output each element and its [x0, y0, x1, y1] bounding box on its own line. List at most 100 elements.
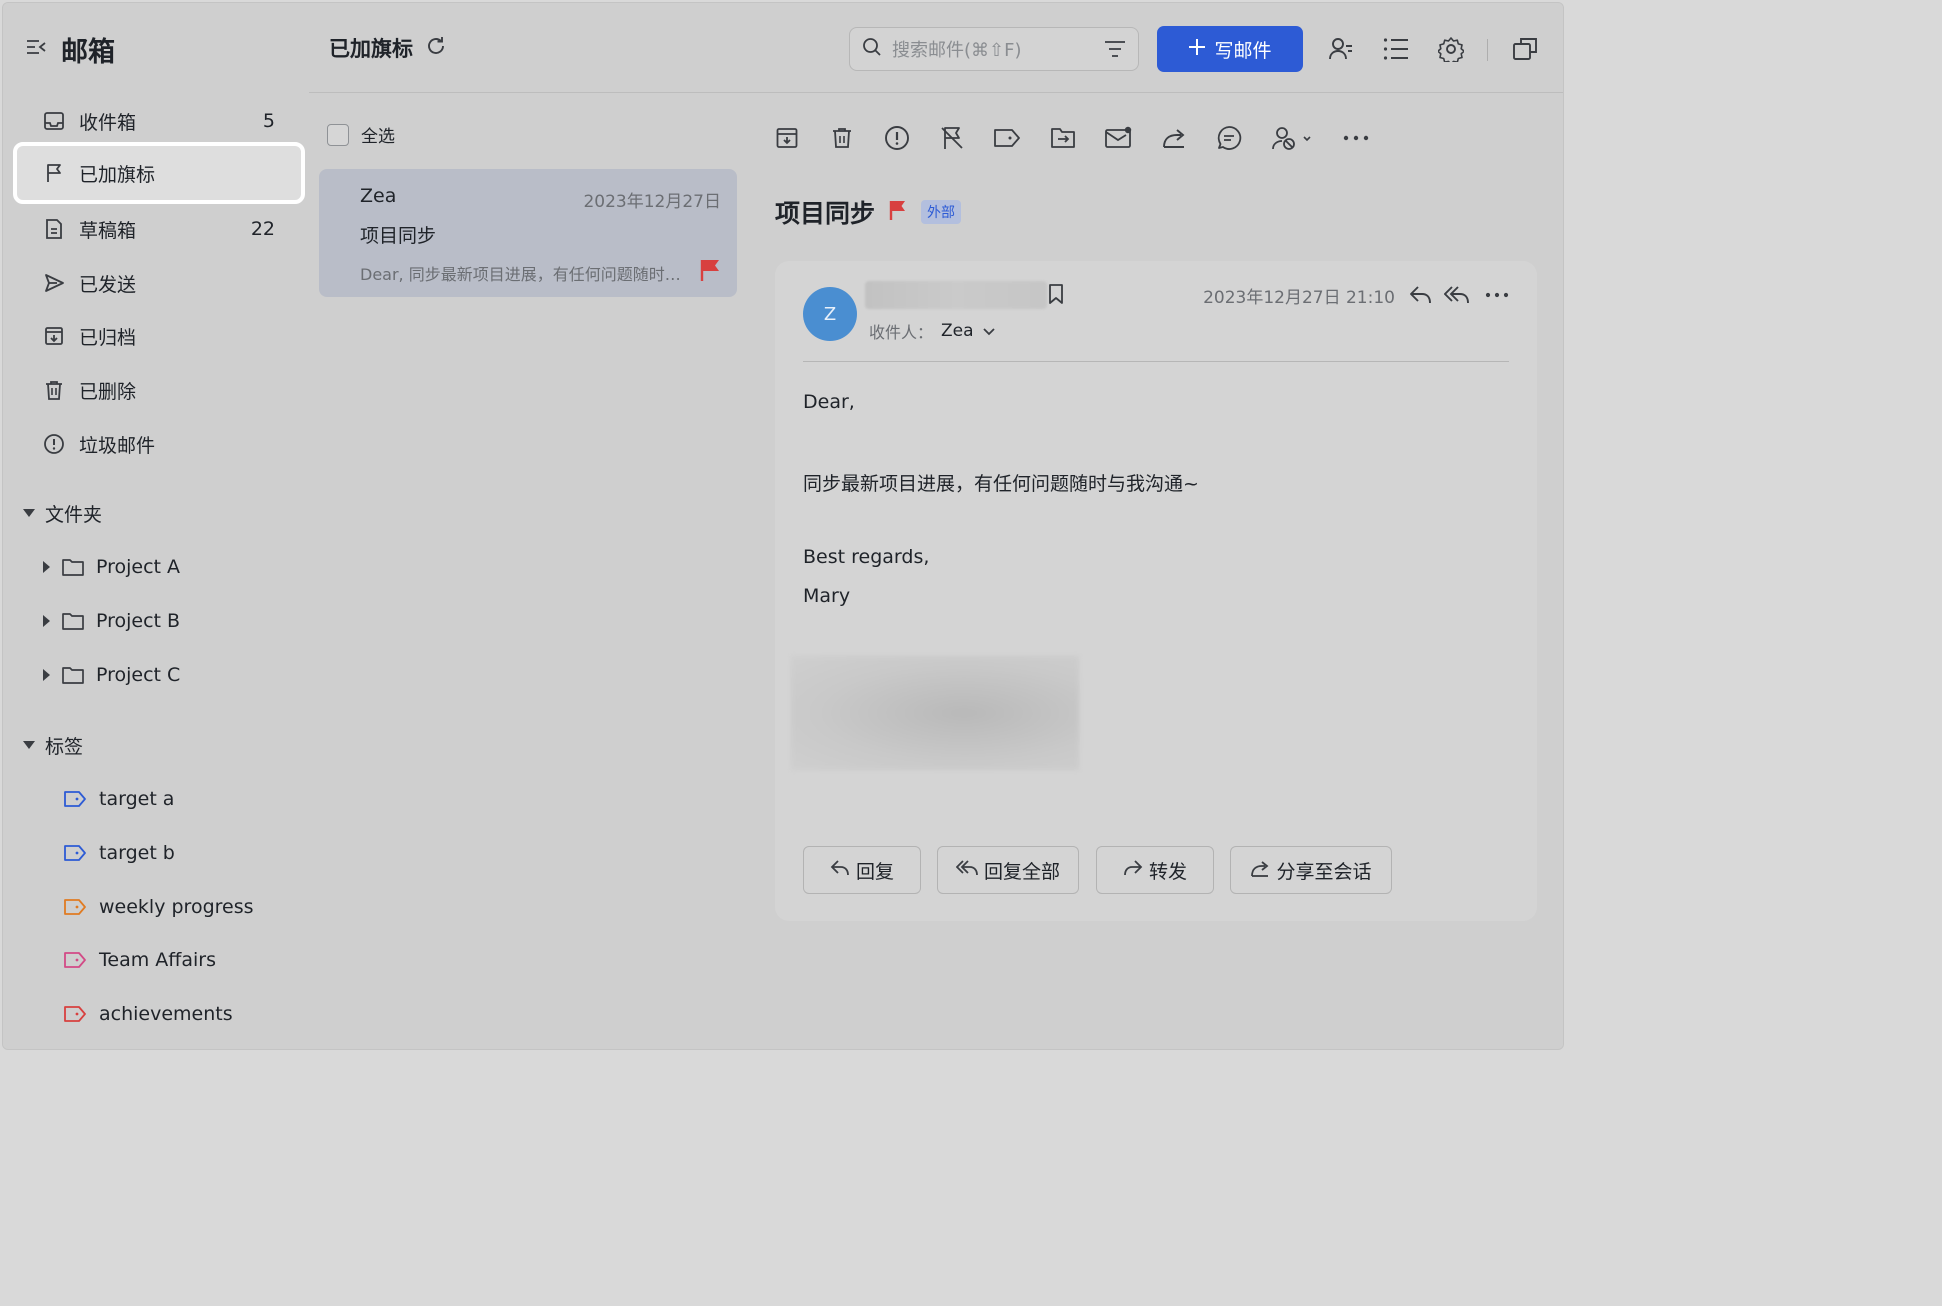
share-icon — [1250, 858, 1270, 883]
draft-icon — [43, 218, 65, 240]
email-subject: 项目同步 外部 — [775, 194, 962, 230]
tag-target-b[interactable]: target b — [63, 833, 175, 873]
plus-icon — [1188, 38, 1206, 61]
flag-icon[interactable] — [699, 258, 721, 286]
search-input[interactable]: 搜索邮件(⌘⇧F) — [849, 27, 1139, 71]
tag-target-a[interactable]: target a — [63, 779, 174, 819]
select-all[interactable]: 全选 — [327, 122, 395, 147]
mark-unread-icon[interactable] — [1104, 124, 1132, 152]
unflag-icon[interactable] — [938, 124, 966, 152]
search-icon — [862, 37, 882, 62]
move-to-folder-icon[interactable] — [1049, 124, 1077, 152]
more-icon[interactable] — [1342, 124, 1370, 152]
new-window-icon[interactable] — [1511, 35, 1539, 63]
more-icon[interactable] — [1483, 281, 1511, 309]
expand-triangle-icon — [23, 741, 35, 749]
sidebar-item-deleted[interactable]: 已删除 — [13, 359, 305, 421]
unread-count: 5 — [262, 110, 275, 132]
folder-project-b[interactable]: Project B — [43, 601, 180, 641]
send-icon — [43, 272, 65, 294]
comment-icon[interactable] — [1215, 124, 1243, 152]
reply-button[interactable]: 回复 — [803, 846, 921, 894]
compose-button[interactable]: 写邮件 — [1157, 26, 1303, 72]
email-body-greeting: Dear, — [803, 391, 855, 413]
inbox-icon — [43, 110, 65, 132]
folder-icon — [62, 664, 84, 686]
tag-icon — [63, 788, 89, 810]
reply-all-icon — [955, 859, 978, 882]
folders-section-title: 文件夹 — [45, 503, 103, 526]
tag-weekly-progress[interactable]: weekly progress — [63, 887, 254, 927]
collapsed-triangle-icon[interactable] — [43, 561, 50, 573]
sidebar-item-spam[interactable]: 垃圾邮件 — [13, 413, 305, 475]
folder-label: Project C — [96, 664, 181, 686]
tag-team-affairs[interactable]: Team Affairs — [63, 940, 216, 980]
message-sender: Zea — [360, 185, 397, 207]
collapsed-triangle-icon[interactable] — [43, 615, 50, 627]
sidebar-item-label: 已归档 — [79, 326, 137, 349]
external-badge: 外部 — [921, 200, 962, 224]
sidebar-header: 邮箱 — [25, 29, 115, 69]
tag-achievements[interactable]: achievements — [63, 994, 233, 1034]
archive-icon — [43, 325, 65, 347]
contacts-icon[interactable] — [1327, 35, 1355, 63]
select-all-checkbox[interactable] — [327, 123, 349, 146]
message-list: 全选 Zea 2023年12月27日 项目同步 Dear, 同步最新项目进展，有… — [309, 94, 745, 1049]
sidebar-item-flagged[interactable]: 已加旗标 — [13, 142, 305, 204]
draft-count: 22 — [250, 218, 275, 240]
chevron-down-icon[interactable] — [982, 322, 996, 341]
folders-section-toggle[interactable]: 文件夹 — [23, 493, 102, 533]
block-sender-icon[interactable] — [1270, 124, 1316, 152]
forward-button[interactable]: 转发 — [1096, 846, 1214, 894]
sidebar: 邮箱 收件箱 5 已加旗标 草稿箱 22 已发送 已归档 已删除 垃圾邮件 文件… — [3, 3, 309, 1049]
reply-label: 回复 — [855, 860, 894, 883]
share-to-chat-button[interactable]: 分享至会话 — [1230, 846, 1392, 894]
forward-label: 转发 — [1148, 860, 1187, 883]
reply-icon[interactable] — [1407, 281, 1435, 309]
forward-icon — [1123, 859, 1143, 882]
tag-label: achievements — [99, 1003, 233, 1025]
expand-triangle-icon — [23, 509, 35, 517]
sidebar-item-archived[interactable]: 已归档 — [13, 305, 305, 367]
reading-pane: 项目同步 外部 Z 收件人： Zea 2023年12月27日 21:10 Dea… — [745, 94, 1563, 1049]
sidebar-item-label: 已发送 — [79, 273, 137, 296]
recipient-name[interactable]: Zea — [941, 321, 974, 341]
sidebar-item-label: 收件箱 — [79, 111, 137, 134]
share-label: 分享至会话 — [1276, 860, 1372, 883]
compose-label: 写邮件 — [1214, 39, 1272, 62]
folder-project-a[interactable]: Project A — [43, 547, 180, 587]
gear-icon[interactable] — [1437, 35, 1465, 63]
tag-icon — [63, 896, 89, 918]
sidebar-item-drafts[interactable]: 草稿箱 22 — [13, 198, 305, 260]
collapse-sidebar-icon[interactable] — [25, 37, 47, 61]
tag-icon — [63, 842, 89, 864]
message-subject: 项目同步 — [360, 225, 437, 247]
select-all-label: 全选 — [361, 127, 395, 147]
page-title: 已加旗标 — [329, 33, 447, 63]
folder-label: Project A — [96, 556, 181, 578]
flag-icon[interactable] — [889, 198, 907, 227]
email-subject-text: 项目同步 — [775, 199, 876, 228]
reply-all-button[interactable]: 回复全部 — [937, 846, 1079, 894]
archive-icon[interactable] — [773, 124, 801, 152]
app-title: 邮箱 — [61, 36, 115, 68]
refresh-icon[interactable] — [425, 35, 447, 62]
spam-icon — [43, 433, 65, 455]
tags-section-title: 标签 — [45, 735, 84, 758]
forward-share-icon[interactable] — [1160, 124, 1188, 152]
spam-icon[interactable] — [883, 124, 911, 152]
avatar[interactable]: Z — [803, 287, 857, 341]
list-item[interactable]: Zea 2023年12月27日 项目同步 Dear, 同步最新项目进展，有任何问… — [319, 169, 737, 297]
collapsed-triangle-icon[interactable] — [43, 669, 50, 681]
folder-project-c[interactable]: Project C — [43, 655, 180, 695]
bookmark-icon[interactable] — [1047, 283, 1065, 309]
list-view-icon[interactable] — [1382, 35, 1410, 63]
reply-all-icon[interactable] — [1443, 281, 1471, 309]
filter-icon[interactable] — [1104, 40, 1126, 58]
tags-section-toggle[interactable]: 标签 — [23, 725, 83, 765]
email-card: Z 收件人： Zea 2023年12月27日 21:10 Dear, 同步最新项… — [775, 261, 1537, 921]
tag-icon[interactable] — [993, 124, 1021, 152]
reply-icon — [830, 859, 850, 882]
tag-label: Team Affairs — [99, 949, 216, 971]
trash-icon[interactable] — [828, 124, 856, 152]
